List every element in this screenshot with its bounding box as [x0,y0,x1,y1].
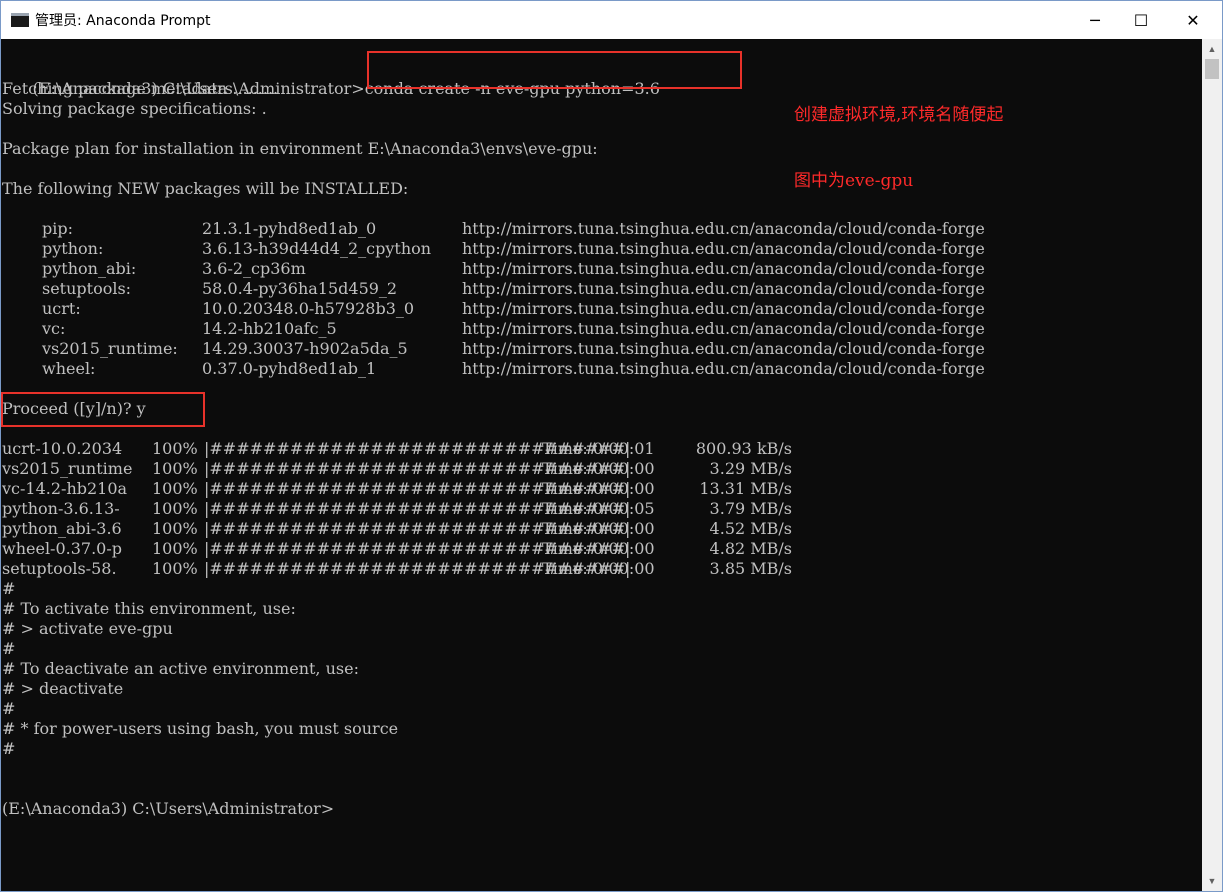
hint-line: # [2,699,16,718]
download-time: Time: 0:00:00 [542,519,655,538]
download-row: python_abi-3.6 100% |###################… [1,519,1201,539]
package-version: 14.2-hb210afc_5 [202,319,337,338]
package-channel: http://mirrors.tuna.tsinghua.edu.cn/anac… [462,279,985,298]
hint-line: # To deactivate an active environment, u… [2,659,359,678]
package-channel: http://mirrors.tuna.tsinghua.edu.cn/anac… [462,359,985,378]
command-highlight-box [367,51,742,89]
terminal-line: Fetching package metadata ......... [2,79,279,98]
download-row: vc-14.2-hb210a 100% |###################… [1,479,1201,499]
hint-line: # > activate eve-gpu [2,619,173,638]
annotation-line-2: 图中为eve-gpu [794,171,914,191]
package-name: vc: [42,319,66,338]
download-percent: 100% [152,479,198,498]
package-row: vc: 14.2-hb210afc_5 http://mirrors.tuna.… [1,319,1201,339]
hint-line: # [2,579,16,598]
annotation-line-1: 创建虚拟环境,环境名随便起 [794,105,1004,125]
download-speed: 800.93 kB/s [695,439,792,458]
package-row: wheel: 0.37.0-pyhd8ed1ab_1 http://mirror… [1,359,1201,379]
proceed-highlight-box [1,392,205,427]
anaconda-prompt-window: 管理员: Anaconda Prompt ─ ☐ ✕ (E:\Anaconda3… [0,0,1223,892]
download-name: ucrt-10.0.2034 [2,439,123,458]
package-channel: http://mirrors.tuna.tsinghua.edu.cn/anac… [462,339,985,358]
maximize-button[interactable]: ☐ [1118,1,1164,39]
hint-line: # > deactivate [2,679,124,698]
download-percent: 100% [152,539,198,558]
download-speed: 3.85 MB/s [709,559,792,578]
download-row: wheel-0.37.0-p 100% |###################… [1,539,1201,559]
download-name: python-3.6.13- [2,499,120,518]
download-speed: 3.79 MB/s [709,499,792,518]
package-version: 14.29.30037-h902a5da_5 [202,339,408,358]
package-name: setuptools: [42,279,132,298]
package-version: 21.3.1-pyhd8ed1ab_0 [202,219,377,238]
package-row: python_abi: 3.6-2_cp36m http://mirrors.t… [1,259,1201,279]
package-row: pip: 21.3.1-pyhd8ed1ab_0 http://mirrors.… [1,219,1201,239]
download-row: setuptools-58. 100% |###################… [1,559,1201,579]
title-bar[interactable]: 管理员: Anaconda Prompt ─ ☐ ✕ [1,1,1222,39]
terminal-line: Package plan for installation in environ… [2,139,598,158]
download-name: wheel-0.37.0-p [2,539,122,558]
download-time: Time: 0:00:00 [542,539,655,558]
vertical-scrollbar[interactable]: ▲ ▼ [1202,39,1222,891]
window-controls: ─ ☐ ✕ [1072,1,1222,39]
download-percent: 100% [152,559,198,578]
current-prompt: (E:\Anaconda3) C:\Users\Administrator> [2,799,335,818]
close-button[interactable]: ✕ [1164,1,1222,39]
console-icon [11,13,29,27]
download-name: vs2015_runtime [2,459,133,478]
hint-line: # * for power-users using bash, you must… [2,719,399,738]
package-channel: http://mirrors.tuna.tsinghua.edu.cn/anac… [462,319,985,338]
download-speed: 3.29 MB/s [709,459,792,478]
package-name: python_abi: [42,259,137,278]
download-time: Time: 0:00:00 [542,479,655,498]
download-time: Time: 0:00:00 [542,559,655,578]
package-name: pip: [42,219,73,238]
package-channel: http://mirrors.tuna.tsinghua.edu.cn/anac… [462,259,985,278]
download-name: python_abi-3.6 [2,519,122,538]
download-name: vc-14.2-hb210a [2,479,128,498]
package-row: python: 3.6.13-h39d44d4_2_cpython http:/… [1,239,1201,259]
download-percent: 100% [152,519,198,538]
download-time: Time: 0:00:05 [542,499,655,518]
download-row: vs2015_runtime 100% |###################… [1,459,1201,479]
package-name: ucrt: [42,299,81,318]
download-speed: 4.52 MB/s [709,519,792,538]
package-row: ucrt: 10.0.20348.0-h57928b3_0 http://mir… [1,299,1201,319]
package-name: wheel: [42,359,96,378]
scroll-up-arrow-icon[interactable]: ▲ [1202,39,1222,59]
download-row: python-3.6.13- 100% |###################… [1,499,1201,519]
hint-line: # To activate this environment, use: [2,599,296,618]
hint-line: # [2,639,16,658]
package-version: 58.0.4-py36ha15d459_2 [202,279,398,298]
minimize-button[interactable]: ─ [1072,1,1118,39]
scroll-down-arrow-icon[interactable]: ▼ [1202,871,1222,891]
terminal-line: The following NEW packages will be INSTA… [2,179,409,198]
package-version: 0.37.0-pyhd8ed1ab_1 [202,359,377,378]
download-percent: 100% [152,499,198,518]
download-percent: 100% [152,439,198,458]
annotation-text: 创建虚拟环境,环境名随便起 图中为eve-gpu [794,60,1003,236]
scrollbar-thumb[interactable] [1205,59,1219,79]
package-version: 3.6.13-h39d44d4_2_cpython [202,239,432,258]
download-speed: 4.82 MB/s [709,539,792,558]
package-row: setuptools: 58.0.4-py36ha15d459_2 http:/… [1,279,1201,299]
package-name: python: [42,239,104,258]
hint-line: # [2,739,16,758]
download-name: setuptools-58. [2,559,117,578]
terminal-output[interactable]: (E:\Anaconda3) C:\Users\Administrator>co… [1,39,1202,891]
download-time: Time: 0:00:01 [542,439,655,458]
download-percent: 100% [152,459,198,478]
package-version: 10.0.20348.0-h57928b3_0 [202,299,415,318]
package-channel: http://mirrors.tuna.tsinghua.edu.cn/anac… [462,299,985,318]
download-time: Time: 0:00:00 [542,459,655,478]
window-title: 管理员: Anaconda Prompt [35,13,211,29]
terminal-line: Solving package specifications: . [2,99,267,118]
package-version: 3.6-2_cp36m [202,259,306,278]
download-speed: 13.31 MB/s [699,479,792,498]
download-row: ucrt-10.0.2034 100% |###################… [1,439,1201,459]
package-row: vs2015_runtime: 14.29.30037-h902a5da_5 h… [1,339,1201,359]
package-name: vs2015_runtime: [42,339,178,358]
package-channel: http://mirrors.tuna.tsinghua.edu.cn/anac… [462,239,985,258]
